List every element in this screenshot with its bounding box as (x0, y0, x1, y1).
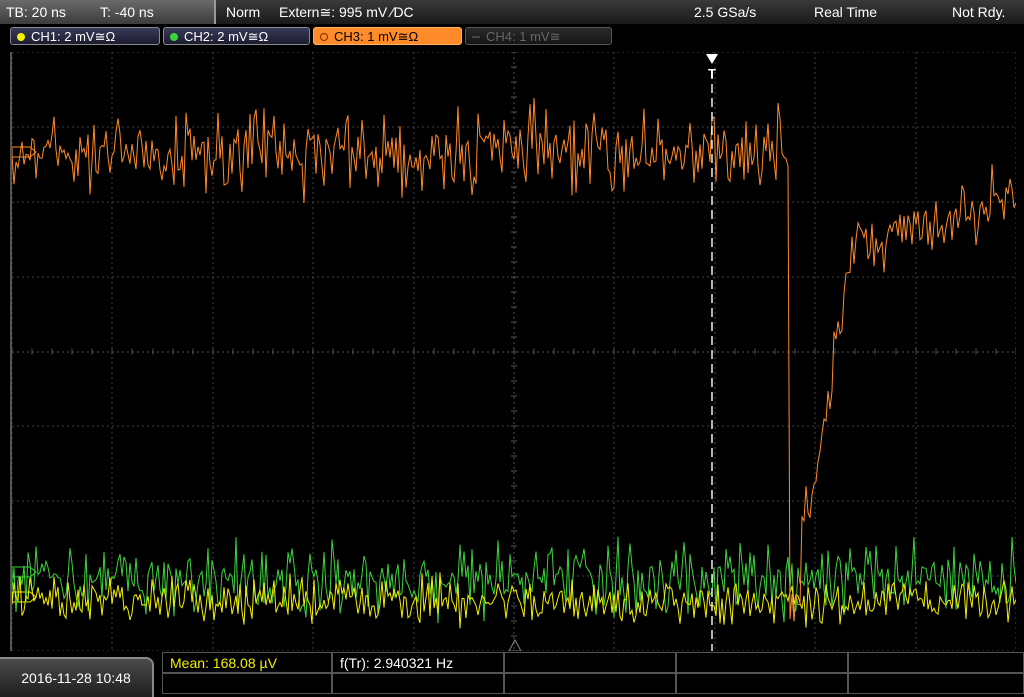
measurement-mean: Mean: 168.08 µV (162, 652, 332, 673)
ready-state: Not Rdy. (952, 4, 1006, 20)
trace-markers (12, 146, 37, 603)
channel-tab-label: CH2: 2 mV≅Ω (184, 29, 269, 44)
channel-tab-ch4[interactable]: CH4: 1 mV≅ (465, 27, 612, 45)
ch3-offset-marker-icon (12, 146, 37, 158)
measurement-slot-9 (676, 673, 848, 694)
ch1-indicator-icon (17, 33, 25, 41)
timebase-readout: TB: 20 ns (6, 4, 66, 20)
bottom-bar: 2016-11-28 10:48 Mean: 168.08 µV f(Tr): … (0, 651, 1024, 697)
measurement-slot-5 (848, 652, 1024, 673)
measurement-slot-8 (504, 673, 676, 694)
measurement-slot-3 (504, 652, 676, 673)
horizontal-reference-icon[interactable] (508, 638, 522, 651)
trigger-source: Extern≅: 995 mV ∕DC (279, 4, 414, 20)
ch4-indicator-icon (472, 36, 480, 38)
channel-tab-ch1[interactable]: CH1: 2 mV≅Ω (10, 27, 160, 45)
waveform-display[interactable]: T (10, 52, 1016, 651)
sample-rate: 2.5 GSa/s (694, 4, 757, 20)
channel-tab-label: CH3: 1 mV≅Ω (334, 29, 419, 44)
channel-tab-ch3[interactable]: CH3: 1 mV≅Ω (313, 27, 462, 45)
measurement-slot-7 (332, 673, 504, 694)
datetime-display: 2016-11-28 10:48 (0, 657, 154, 697)
measurement-table[interactable]: Mean: 168.08 µV f(Tr): 2.940321 Hz (162, 651, 1024, 695)
waveform-canvas: T (12, 52, 1016, 651)
trigger-mode: Norm (226, 4, 261, 20)
channel-tab-label: CH1: 2 mV≅Ω (31, 29, 116, 44)
trigger-position-icon[interactable] (706, 54, 718, 64)
status-bar: TB: 20 ns T: -40 ns Norm Extern≅: 995 mV… (0, 0, 1024, 24)
ch2-indicator-icon (170, 33, 178, 41)
timebase-panel[interactable]: TB: 20 ns T: -40 ns (0, 0, 216, 24)
trigger-time-readout: T: -40 ns (100, 4, 154, 20)
channel-tab-label: CH4: 1 mV≅ (486, 29, 561, 44)
channel-tabs: CH1: 2 mV≅Ω CH2: 2 mV≅Ω CH3: 1 mV≅Ω CH4:… (0, 24, 1024, 50)
ch3-indicator-icon (320, 33, 328, 41)
measurement-slot-6 (162, 673, 332, 694)
measurement-slot-4 (676, 652, 848, 673)
measurement-frequency: f(Tr): 2.940321 Hz (332, 652, 504, 673)
trigger-label: T (708, 66, 716, 81)
measurement-slot-10 (848, 673, 1024, 694)
acquisition-panel[interactable]: Norm Extern≅: 995 mV ∕DC 2.5 GSa/s Real … (216, 0, 1024, 24)
channel-tab-ch2[interactable]: CH2: 2 mV≅Ω (163, 27, 310, 45)
acquisition-mode: Real Time (814, 4, 878, 20)
